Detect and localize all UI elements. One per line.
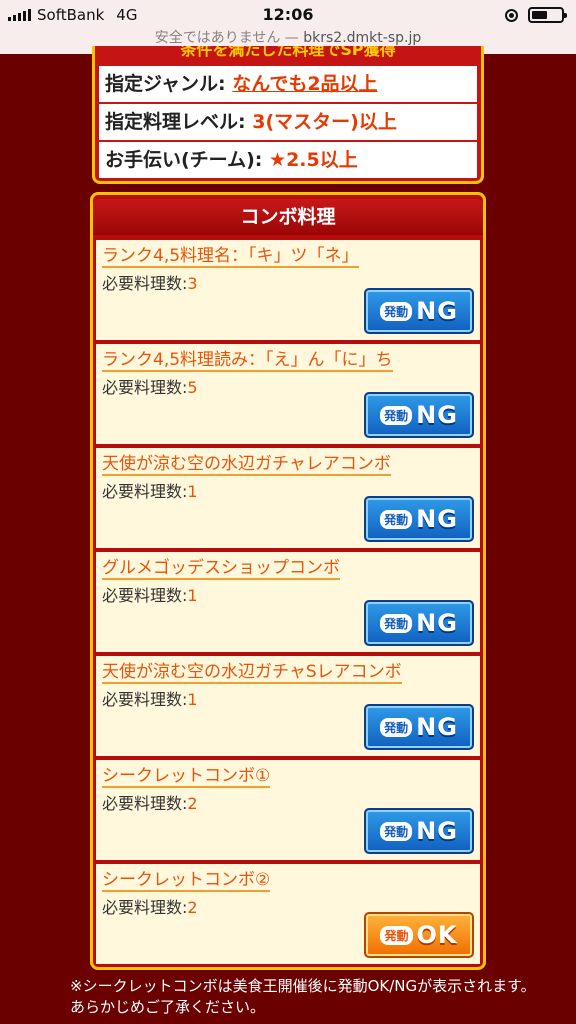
activate-ng-badge: 発動 NG <box>364 600 474 646</box>
activate-status: OK <box>416 921 458 949</box>
condition-genre: 指定ジャンル: なんでも2品以上 <box>99 66 477 102</box>
condition-label: 指定ジャンル: <box>105 73 226 95</box>
activate-status: NG <box>416 817 458 845</box>
required-count-label: 必要料理数: <box>102 690 188 709</box>
condition-value: ★2.5以上 <box>269 149 358 171</box>
activate-ng-badge: 発動 NG <box>364 288 474 334</box>
activate-status: NG <box>416 505 458 533</box>
combo-name-link[interactable]: ランク4,5料理読み：「え」ん「に」ち <box>102 350 393 372</box>
required-count-label: 必要料理数: <box>102 378 188 397</box>
activate-ng-badge: 発動 NG <box>364 392 474 438</box>
activate-status: NG <box>416 401 458 429</box>
activate-label: 発動 <box>380 821 413 841</box>
required-count-label: 必要料理数: <box>102 274 188 293</box>
required-count-value: 1 <box>187 482 198 501</box>
activate-ng-badge: 発動 NG <box>364 496 474 542</box>
activate-label: 発動 <box>380 613 413 633</box>
activate-label: 発動 <box>380 717 413 737</box>
required-count-value: 1 <box>187 690 198 709</box>
required-count-label: 必要料理数: <box>102 898 188 917</box>
combo-item: 天使が涼む空の水辺ガチャSレアコンボ 必要料理数:1 発動 NG <box>96 656 480 756</box>
combo-name-link[interactable]: 天使が涼む空の水辺ガチャレアコンボ <box>102 454 391 476</box>
activate-label: 発動 <box>380 925 413 945</box>
required-count-value: 3 <box>187 274 198 293</box>
combo-item: ランク4,5料理読み：「え」ん「に」ち 必要料理数:5 発動 NG <box>96 344 480 444</box>
activate-label: 発動 <box>380 301 413 321</box>
battery-icon <box>528 7 567 23</box>
required-count-value: 1 <box>187 586 198 605</box>
status-right <box>505 7 567 23</box>
required-count-value: 2 <box>187 794 198 813</box>
conditions-panel: 条件を満たした料理でSP獲得 指定ジャンル: なんでも2品以上 指定料理レベル:… <box>92 46 484 184</box>
combo-name-link[interactable]: ランク4,5料理名：「キ」ツ「ネ」 <box>102 246 359 268</box>
required-count-value: 5 <box>187 378 198 397</box>
combo-item: シークレットコンボ① 必要料理数:2 発動 NG <box>96 760 480 860</box>
footnote: ※シークレットコンボは美食王開催後に発動OK/NGが表示されます。あらかじめご了… <box>70 977 536 1016</box>
activate-status: NG <box>416 713 458 741</box>
combo-title: コンボ料理 <box>93 199 483 235</box>
clock: 12:06 <box>262 5 314 24</box>
activate-status: NG <box>416 297 458 325</box>
combo-item: グルメゴッデスショップコンボ 必要料理数:1 発動 NG <box>96 552 480 652</box>
condition-level: 指定料理レベル: 3(マスター)以上 <box>99 104 477 140</box>
combo-item: シークレットコンボ② 必要料理数:2 発動 OK <box>96 864 480 964</box>
combo-name-link[interactable]: 天使が涼む空の水辺ガチャSレアコンボ <box>102 662 402 684</box>
combo-item: 天使が涼む空の水辺ガチャレアコンボ 必要料理数:1 発動 NG <box>96 448 480 548</box>
combo-name-link[interactable]: グルメゴッデスショップコンボ <box>102 558 340 580</box>
combo-name-link[interactable]: シークレットコンボ② <box>102 870 271 892</box>
required-count-label: 必要料理数: <box>102 482 188 501</box>
condition-helper: お手伝い(チーム): ★2.5以上 <box>99 142 477 178</box>
activate-ok-badge: 発動 OK <box>364 912 474 958</box>
activate-ng-badge: 発動 NG <box>364 808 474 854</box>
conditions-header: 条件を満たした料理でSP獲得 <box>180 46 396 59</box>
activate-status: NG <box>416 609 458 637</box>
condition-label: お手伝い(チーム): <box>105 149 263 171</box>
condition-value: 3(マスター)以上 <box>252 111 397 133</box>
genre-link[interactable]: なんでも2品以上 <box>232 73 377 95</box>
required-count-label: 必要料理数: <box>102 794 188 813</box>
combo-name-link[interactable]: シークレットコンボ① <box>102 766 271 788</box>
required-count-label: 必要料理数: <box>102 586 188 605</box>
status-bar: SoftBank 4G 12:06 <box>0 0 576 30</box>
activate-label: 発動 <box>380 405 413 425</box>
activate-label: 発動 <box>380 509 413 529</box>
combo-item: ランク4,5料理名：「キ」ツ「ネ」 必要料理数:3 発動 NG <box>96 240 480 340</box>
required-count-value: 2 <box>187 898 198 917</box>
activate-ng-badge: 発動 NG <box>364 704 474 750</box>
orientation-lock-icon <box>505 8 518 22</box>
condition-label: 指定料理レベル: <box>105 111 246 133</box>
url-host: bkrs2.dmkt-sp.jp <box>303 30 422 46</box>
security-warning: 安全ではありません — <box>154 30 299 46</box>
